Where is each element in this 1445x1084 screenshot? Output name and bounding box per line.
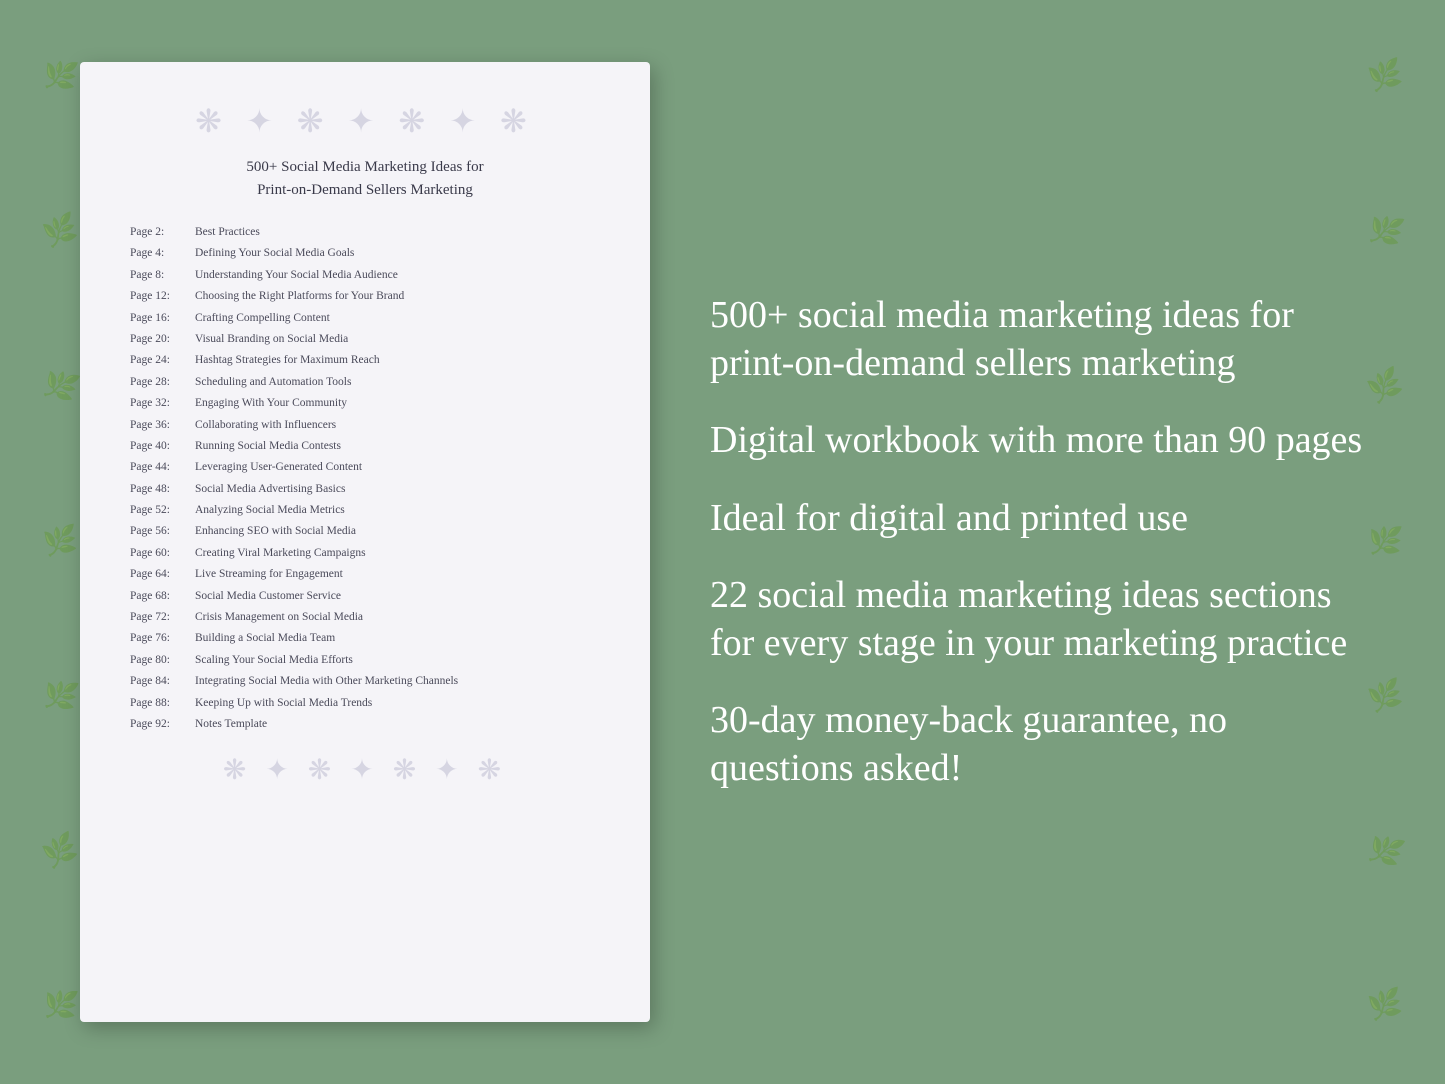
toc-page-number: Page 84: bbox=[130, 672, 195, 690]
toc-chapter-title: Defining Your Social Media Goals bbox=[195, 244, 600, 262]
toc-item: Page 32:Engaging With Your Community bbox=[130, 394, 600, 412]
toc-item: Page 4:Defining Your Social Media Goals bbox=[130, 244, 600, 262]
toc-page-number: Page 76: bbox=[130, 629, 195, 647]
toc-item: Page 92:Notes Template bbox=[130, 715, 600, 733]
toc-item: Page 80:Scaling Your Social Media Effort… bbox=[130, 651, 600, 669]
toc-page-number: Page 72: bbox=[130, 608, 195, 626]
toc-chapter-title: Collaborating with Influencers bbox=[195, 416, 600, 434]
doc-deco-top: ❋ ✦ ❋ ✦ ❋ ✦ ❋ bbox=[130, 102, 600, 140]
features-panel: 500+ social media marketing ideas for pr… bbox=[710, 272, 1365, 812]
document-title: 500+ Social Media Marketing Ideas for Pr… bbox=[130, 156, 600, 201]
toc-page-number: Page 20: bbox=[130, 330, 195, 348]
toc-item: Page 68:Social Media Customer Service bbox=[130, 587, 600, 605]
toc-page-number: Page 44: bbox=[130, 458, 195, 476]
feature-item: Digital workbook with more than 90 pages bbox=[710, 417, 1365, 465]
toc-chapter-title: Crafting Compelling Content bbox=[195, 309, 600, 327]
toc-item: Page 20:Visual Branding on Social Media bbox=[130, 330, 600, 348]
toc-chapter-title: Social Media Advertising Basics bbox=[195, 480, 600, 498]
toc-chapter-title: Scheduling and Automation Tools bbox=[195, 373, 600, 391]
feature-item: 22 social media marketing ideas sections… bbox=[710, 572, 1365, 667]
doc-deco-bottom: ❋ ✦ ❋ ✦ ❋ ✦ ❋ bbox=[130, 753, 600, 787]
toc-chapter-title: Social Media Customer Service bbox=[195, 587, 600, 605]
toc-chapter-title: Building a Social Media Team bbox=[195, 629, 600, 647]
toc-page-number: Page 92: bbox=[130, 715, 195, 733]
toc-page-number: Page 48: bbox=[130, 480, 195, 498]
toc-page-number: Page 12: bbox=[130, 287, 195, 305]
toc-page-number: Page 24: bbox=[130, 351, 195, 369]
toc-item: Page 76:Building a Social Media Team bbox=[130, 629, 600, 647]
toc-page-number: Page 80: bbox=[130, 651, 195, 669]
toc-page-number: Page 88: bbox=[130, 694, 195, 712]
toc-item: Page 56:Enhancing SEO with Social Media bbox=[130, 522, 600, 540]
toc-page-number: Page 16: bbox=[130, 309, 195, 327]
toc-item: Page 72:Crisis Management on Social Medi… bbox=[130, 608, 600, 626]
toc-page-number: Page 28: bbox=[130, 373, 195, 391]
toc-item: Page 48:Social Media Advertising Basics bbox=[130, 480, 600, 498]
toc-chapter-title: Scaling Your Social Media Efforts bbox=[195, 651, 600, 669]
toc-page-number: Page 40: bbox=[130, 437, 195, 455]
toc-page-number: Page 36: bbox=[130, 416, 195, 434]
toc-chapter-title: Live Streaming for Engagement bbox=[195, 565, 600, 583]
feature-item: 500+ social media marketing ideas for pr… bbox=[710, 292, 1365, 387]
toc-item: Page 2:Best Practices bbox=[130, 223, 600, 241]
toc-chapter-title: Creating Viral Marketing Campaigns bbox=[195, 544, 600, 562]
toc-page-number: Page 4: bbox=[130, 244, 195, 262]
toc-chapter-title: Leveraging User-Generated Content bbox=[195, 458, 600, 476]
toc-chapter-title: Visual Branding on Social Media bbox=[195, 330, 600, 348]
toc-item: Page 36:Collaborating with Influencers bbox=[130, 416, 600, 434]
toc-item: Page 84:Integrating Social Media with Ot… bbox=[130, 672, 600, 690]
toc-page-number: Page 52: bbox=[130, 501, 195, 519]
toc-item: Page 40:Running Social Media Contests bbox=[130, 437, 600, 455]
toc-chapter-title: Analyzing Social Media Metrics bbox=[195, 501, 600, 519]
table-of-contents: Page 2:Best PracticesPage 4:Defining You… bbox=[130, 223, 600, 733]
toc-item: Page 44:Leveraging User-Generated Conten… bbox=[130, 458, 600, 476]
toc-page-number: Page 8: bbox=[130, 266, 195, 284]
toc-item: Page 52:Analyzing Social Media Metrics bbox=[130, 501, 600, 519]
toc-chapter-title: Integrating Social Media with Other Mark… bbox=[195, 672, 600, 690]
toc-item: Page 12:Choosing the Right Platforms for… bbox=[130, 287, 600, 305]
toc-chapter-title: Understanding Your Social Media Audience bbox=[195, 266, 600, 284]
toc-chapter-title: Keeping Up with Social Media Trends bbox=[195, 694, 600, 712]
toc-item: Page 8:Understanding Your Social Media A… bbox=[130, 266, 600, 284]
feature-item: Ideal for digital and printed use bbox=[710, 495, 1365, 543]
feature-item: 30-day money-back guarantee, no question… bbox=[710, 697, 1365, 792]
toc-chapter-title: Choosing the Right Platforms for Your Br… bbox=[195, 287, 600, 305]
toc-chapter-title: Hashtag Strategies for Maximum Reach bbox=[195, 351, 600, 369]
toc-chapter-title: Best Practices bbox=[195, 223, 600, 241]
toc-chapter-title: Running Social Media Contests bbox=[195, 437, 600, 455]
toc-item: Page 64:Live Streaming for Engagement bbox=[130, 565, 600, 583]
toc-item: Page 60:Creating Viral Marketing Campaig… bbox=[130, 544, 600, 562]
toc-page-number: Page 32: bbox=[130, 394, 195, 412]
toc-item: Page 24:Hashtag Strategies for Maximum R… bbox=[130, 351, 600, 369]
toc-chapter-title: Engaging With Your Community bbox=[195, 394, 600, 412]
toc-item: Page 16:Crafting Compelling Content bbox=[130, 309, 600, 327]
main-container: ❋ ✦ ❋ ✦ ❋ ✦ ❋ 500+ Social Media Marketin… bbox=[0, 0, 1445, 1084]
toc-page-number: Page 56: bbox=[130, 522, 195, 540]
toc-item: Page 88:Keeping Up with Social Media Tre… bbox=[130, 694, 600, 712]
toc-page-number: Page 2: bbox=[130, 223, 195, 241]
toc-page-number: Page 60: bbox=[130, 544, 195, 562]
toc-page-number: Page 64: bbox=[130, 565, 195, 583]
toc-chapter-title: Crisis Management on Social Media bbox=[195, 608, 600, 626]
toc-page-number: Page 68: bbox=[130, 587, 195, 605]
toc-chapter-title: Enhancing SEO with Social Media bbox=[195, 522, 600, 540]
toc-chapter-title: Notes Template bbox=[195, 715, 600, 733]
toc-item: Page 28:Scheduling and Automation Tools bbox=[130, 373, 600, 391]
document-preview: ❋ ✦ ❋ ✦ ❋ ✦ ❋ 500+ Social Media Marketin… bbox=[80, 62, 650, 1022]
